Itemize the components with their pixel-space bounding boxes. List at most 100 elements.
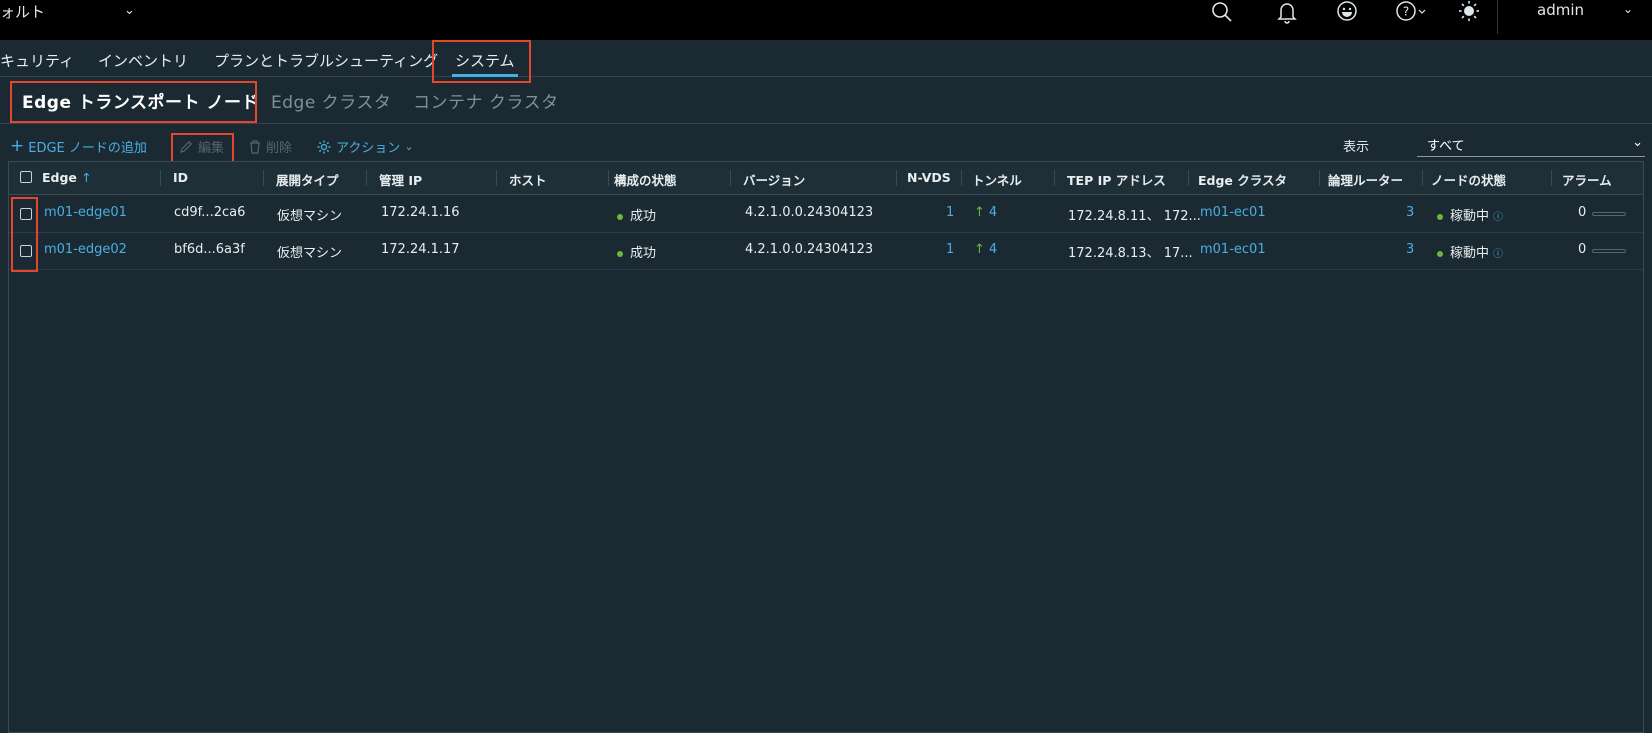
- chevron-down-icon: ⌄: [404, 140, 414, 153]
- topbar-divider: [1497, 0, 1498, 34]
- table-header: Edge ↑ ID 展開タイプ 管理 IP ホスト 構成の状態 バージョン N-…: [9, 162, 1643, 195]
- col-mgmt-ip[interactable]: 管理 IP: [379, 170, 422, 189]
- actions-menu-button[interactable]: アクション ⌄: [316, 137, 414, 156]
- workspace-selector-label[interactable]: ォルト: [0, 1, 45, 22]
- column-divider[interactable]: [730, 170, 731, 186]
- edge-name-link[interactable]: m01-edge01: [44, 205, 127, 220]
- logical-routers-link[interactable]: 3: [1406, 242, 1414, 257]
- select-all-checkbox[interactable]: [20, 171, 32, 183]
- tunnel-count-link[interactable]: ↑ 4: [974, 205, 997, 220]
- top-bar: ォルト ⌄ ? admin ⌄: [0, 0, 1652, 40]
- tab-security[interactable]: キュリティ: [0, 50, 74, 71]
- edge-cluster-link[interactable]: m01-ec01: [1200, 205, 1266, 220]
- sub-tabs: Edge トランスポート ノード Edge クラスタ コンテナ クラスタ: [0, 76, 1652, 124]
- running-status-dot: [1437, 213, 1443, 220]
- info-icon[interactable]: ⓘ: [1493, 249, 1503, 260]
- column-divider[interactable]: [896, 170, 897, 186]
- column-divider[interactable]: [1188, 170, 1189, 186]
- config-state: 成功: [617, 205, 656, 224]
- alarm-count: 0: [1578, 205, 1587, 220]
- main-nav: キュリティ インベントリ プランとトラブルシューティング システム: [0, 40, 1652, 77]
- subtab-edge-transport-nodes[interactable]: Edge トランスポート ノード: [22, 88, 259, 113]
- col-id[interactable]: ID: [173, 170, 188, 185]
- edit-label: 編集: [198, 141, 225, 156]
- success-status-dot: [617, 213, 623, 220]
- column-divider[interactable]: [1319, 170, 1320, 186]
- subtab-edge-clusters[interactable]: Edge クラスタ: [271, 88, 391, 113]
- delete-label: 削除: [266, 141, 293, 156]
- edge-cluster-link[interactable]: m01-ec01: [1200, 242, 1266, 257]
- column-divider[interactable]: [496, 170, 497, 186]
- theme-icon[interactable]: [1455, 0, 1483, 24]
- col-edge-cluster[interactable]: Edge クラスタ: [1198, 170, 1287, 189]
- col-tunnel[interactable]: トンネル: [972, 170, 1022, 189]
- pencil-icon: [180, 140, 193, 153]
- tab-inventory[interactable]: インベントリ: [98, 50, 188, 71]
- edge-id: bf6d...6a3f: [174, 242, 245, 257]
- edge-nodes-table: Edge ↑ ID 展開タイプ 管理 IP ホスト 構成の状態 バージョン N-…: [8, 161, 1644, 733]
- nvds-count-link[interactable]: 1: [946, 242, 954, 257]
- deploy-type: 仮想マシン: [277, 209, 343, 224]
- success-status-dot: [617, 250, 623, 257]
- config-state: 成功: [617, 242, 656, 261]
- column-divider[interactable]: [1054, 170, 1055, 186]
- logical-routers-link[interactable]: 3: [1406, 205, 1414, 220]
- column-divider[interactable]: [1422, 170, 1423, 186]
- col-alarms[interactable]: アラーム: [1562, 170, 1612, 189]
- node-state-label: 稼動中: [1450, 209, 1490, 224]
- trash-icon: [250, 139, 260, 154]
- show-filter-label: 表示: [1343, 140, 1370, 155]
- column-divider[interactable]: [1551, 170, 1552, 186]
- tunnel-count-link[interactable]: ↑ 4: [974, 242, 997, 257]
- tab-plan-troubleshooting[interactable]: プランとトラブルシューティング: [214, 50, 438, 71]
- add-edge-node-label: EDGE ノードの追加: [28, 141, 147, 156]
- nvds-count-link[interactable]: 1: [946, 205, 954, 220]
- column-divider[interactable]: [366, 170, 367, 186]
- show-filter-select[interactable]: すべて ⌄: [1417, 135, 1645, 157]
- col-node-state[interactable]: ノードの状態: [1431, 170, 1506, 189]
- actions-label: アクション: [336, 141, 401, 156]
- tunnel-count: 4: [988, 242, 998, 257]
- config-state-label: 成功: [630, 209, 657, 224]
- bell-icon[interactable]: [1273, 0, 1301, 24]
- col-tep-ip[interactable]: TEP IP アドレス: [1067, 170, 1166, 189]
- column-divider[interactable]: [961, 170, 962, 186]
- table-row[interactable]: m01-edge02 bf6d...6a3f 仮想マシン 172.24.1.17…: [9, 232, 1643, 270]
- node-state-label: 稼動中: [1450, 246, 1490, 261]
- row-checkbox[interactable]: [20, 245, 32, 257]
- table-row[interactable]: m01-edge01 cd9f...2ca6 仮想マシン 172.24.1.16…: [9, 195, 1643, 233]
- chevron-down-icon[interactable]: ⌄: [1623, 2, 1633, 16]
- sort-ascending-icon: ↑: [81, 170, 92, 185]
- help-icon[interactable]: ?: [1392, 0, 1432, 24]
- tep-ip: 172.24.8.11、 172...: [1068, 209, 1201, 224]
- delete-button[interactable]: 削除: [248, 137, 292, 156]
- col-nvds[interactable]: N-VDS: [907, 170, 951, 185]
- edit-button[interactable]: 編集: [178, 137, 224, 156]
- show-filter-value: すべて: [1427, 139, 1465, 154]
- column-divider[interactable]: [263, 170, 264, 186]
- running-status-dot: [1437, 250, 1443, 257]
- tab-system[interactable]: システム: [452, 50, 518, 77]
- column-divider[interactable]: [160, 170, 161, 186]
- user-menu[interactable]: admin: [1537, 1, 1584, 19]
- row-checkbox[interactable]: [20, 208, 32, 220]
- column-divider[interactable]: [608, 170, 609, 186]
- info-icon[interactable]: ⓘ: [1493, 212, 1503, 223]
- search-icon[interactable]: [1208, 0, 1236, 24]
- col-deploy-type[interactable]: 展開タイプ: [276, 170, 339, 189]
- node-state: 稼動中 ⓘ: [1437, 242, 1503, 261]
- alarm-count: 0: [1578, 242, 1587, 257]
- add-edge-node-button[interactable]: + EDGE ノードの追加: [10, 136, 147, 157]
- col-logical-routers[interactable]: 論理ルーター: [1328, 170, 1403, 189]
- col-version[interactable]: バージョン: [743, 170, 805, 189]
- chevron-down-icon[interactable]: ⌄: [124, 3, 135, 18]
- col-config-state[interactable]: 構成の状態: [614, 170, 677, 189]
- col-host[interactable]: ホスト: [509, 170, 547, 189]
- alarm-bar: [1592, 212, 1626, 216]
- col-edge-label: Edge: [42, 170, 77, 185]
- edge-name-link[interactable]: m01-edge02: [44, 242, 127, 257]
- smiley-icon[interactable]: [1333, 0, 1361, 24]
- plus-icon: +: [10, 136, 25, 156]
- subtab-container-clusters[interactable]: コンテナ クラスタ: [413, 88, 559, 113]
- col-edge[interactable]: Edge ↑: [42, 170, 92, 185]
